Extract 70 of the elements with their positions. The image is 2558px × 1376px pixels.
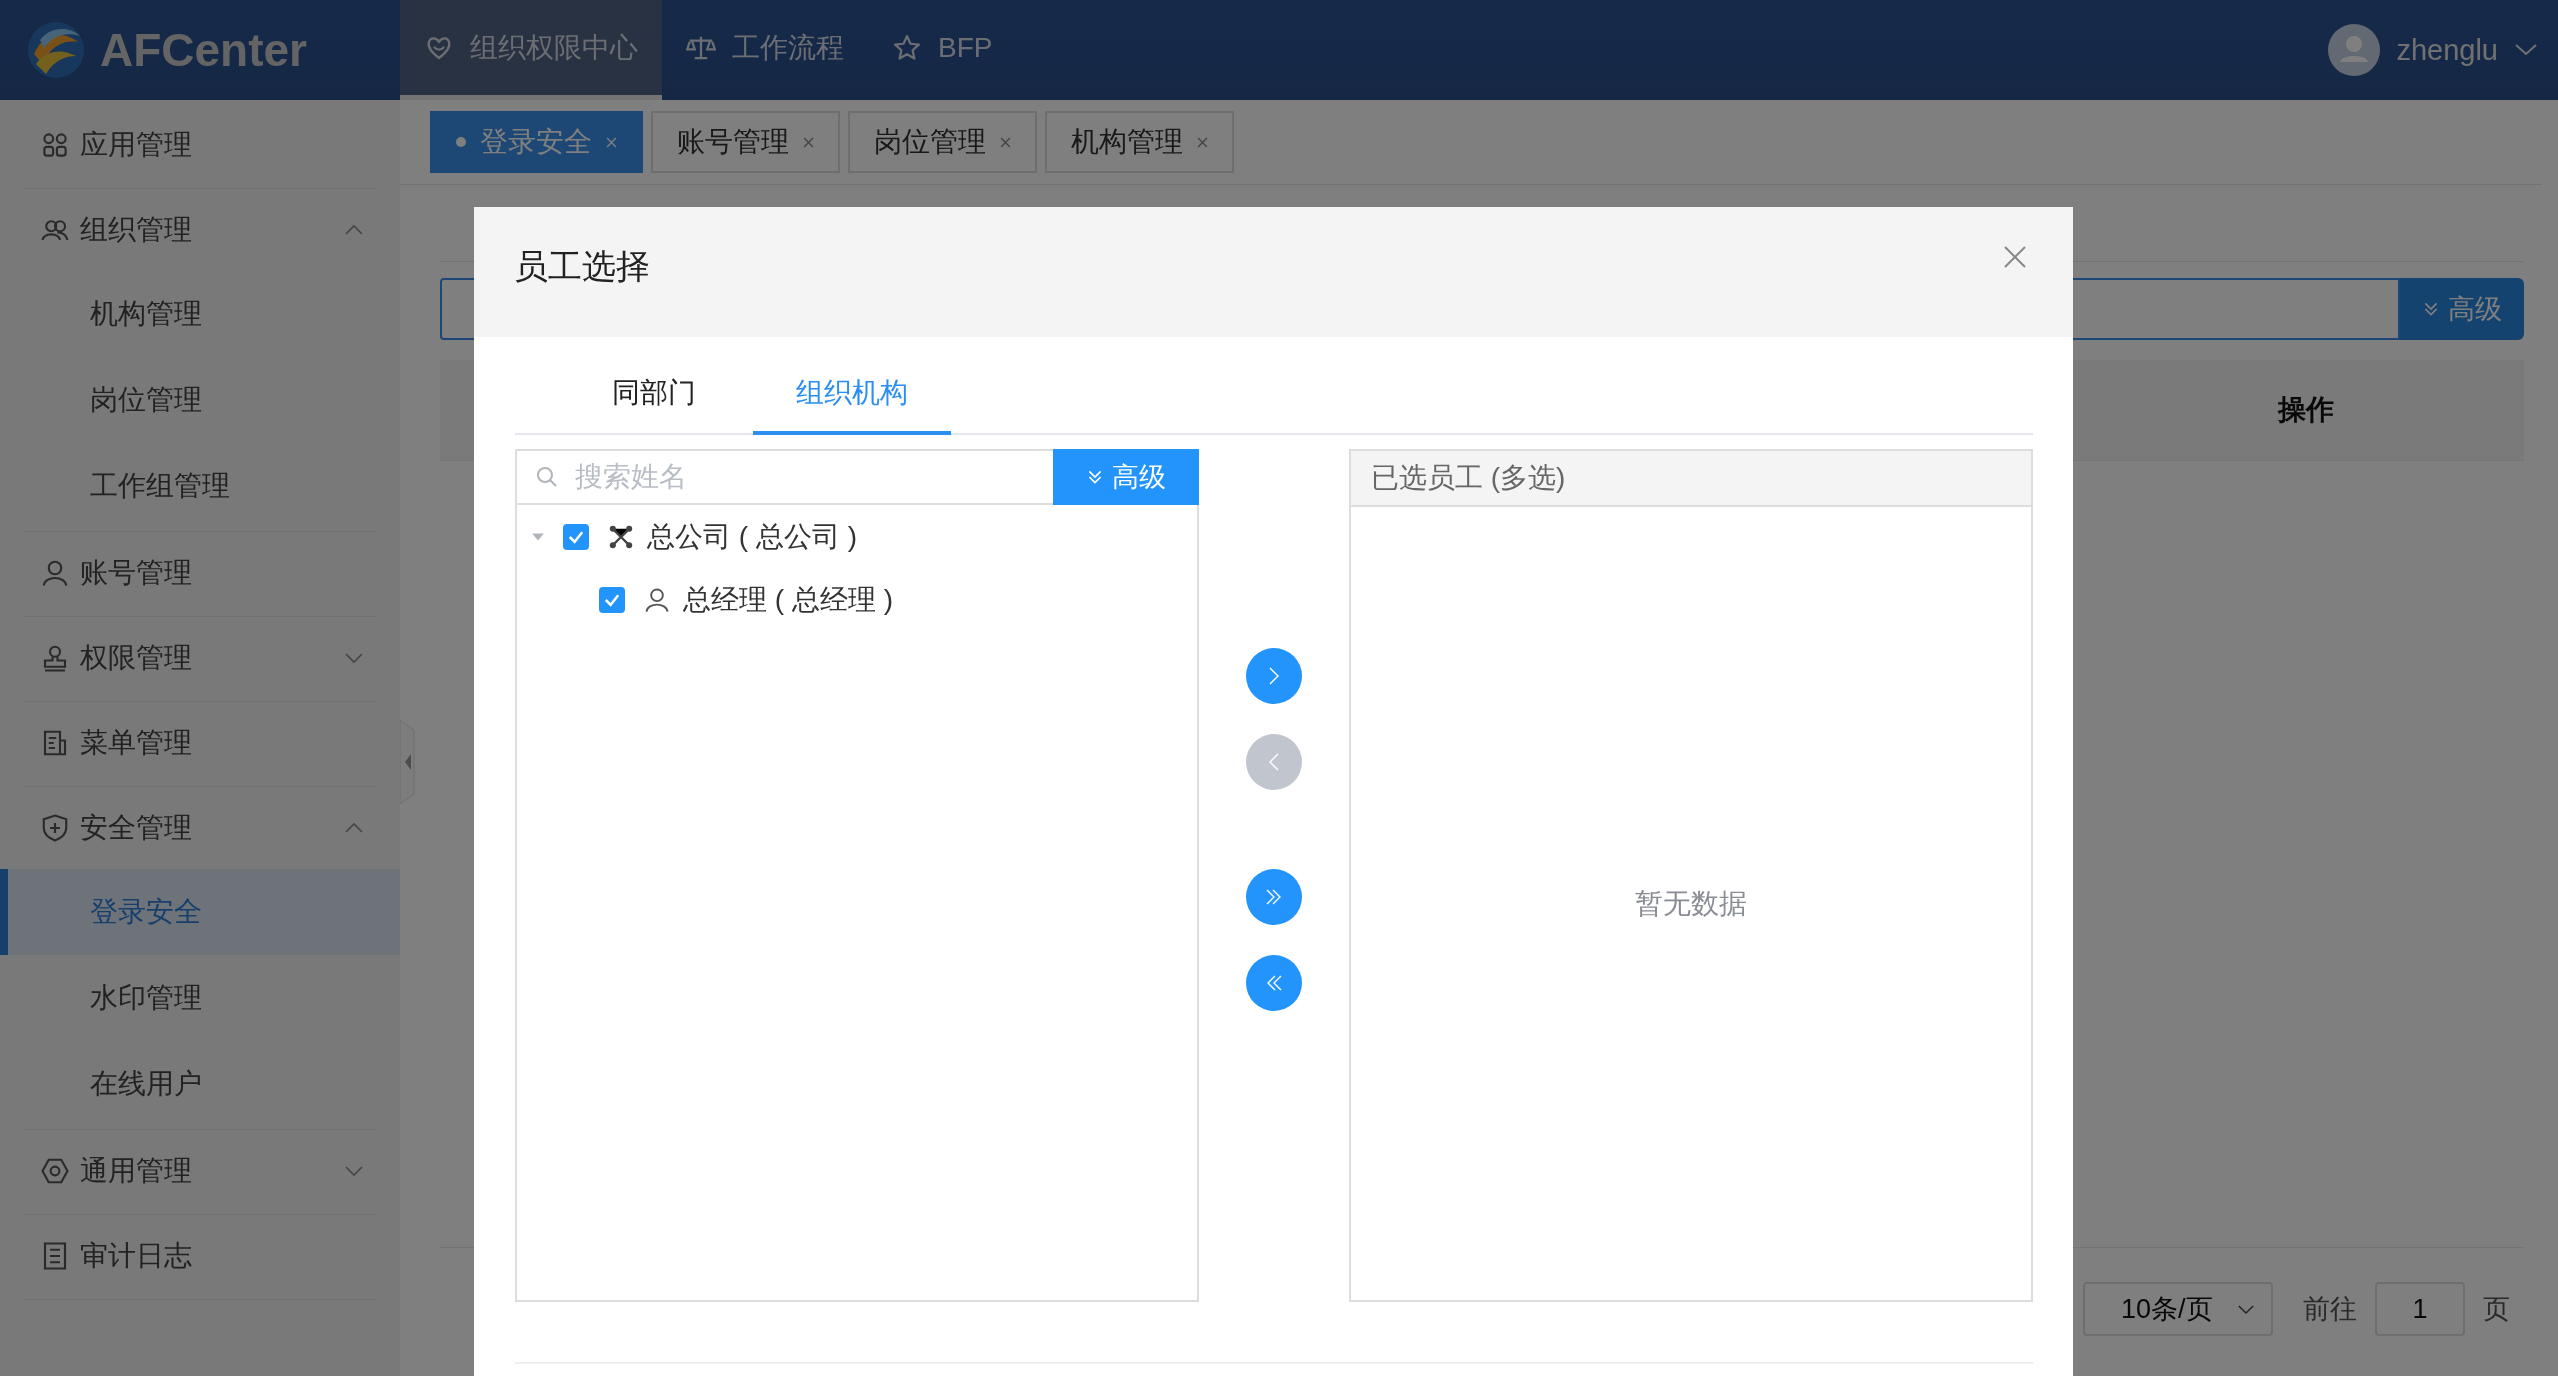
sidebar-item[interactable]: 权限管理 — [24, 617, 376, 699]
page-input[interactable]: 1 — [2375, 1282, 2465, 1336]
close-icon[interactable] — [1197, 136, 1208, 148]
sidebar-item[interactable]: 应用管理 — [24, 104, 376, 186]
dot-icon — [456, 137, 466, 147]
page-tab[interactable]: 机构管理 — [1045, 111, 1234, 173]
sidebar-subitem[interactable]: 岗位管理 — [0, 357, 400, 443]
search-icon — [535, 465, 559, 489]
double-chevron-right-icon — [1266, 889, 1282, 905]
dialog-tab[interactable]: 组织机构 — [753, 355, 951, 435]
user-icon — [40, 558, 70, 588]
advanced-button[interactable]: 高级 — [2400, 278, 2524, 340]
page-tab[interactable]: 岗位管理 — [848, 111, 1037, 173]
page-suffix: 页 — [2483, 1293, 2510, 1326]
sidebar-subitem[interactable]: 机构管理 — [0, 271, 400, 357]
page-tab[interactable]: 账号管理 — [651, 111, 840, 173]
goto-label: 前往 — [2303, 1293, 2357, 1326]
shield-icon — [40, 813, 70, 843]
sidebar-subitem[interactable]: 工作组管理 — [0, 443, 400, 529]
double-chevron-icon — [1086, 468, 1104, 486]
checkbox[interactable] — [563, 523, 589, 550]
caret-icon — [2514, 43, 2538, 57]
sidebar-item[interactable]: 通用管理 — [24, 1130, 376, 1212]
grid-icon — [40, 130, 70, 160]
sidebar-subitem[interactable]: 在线用户 — [0, 1041, 400, 1127]
empty-text: 暂无数据 — [1635, 886, 1747, 921]
sidebar-item[interactable]: 审计日志 — [24, 1215, 376, 1297]
page-tab[interactable]: 登录安全 — [430, 111, 643, 173]
move-all-right-button[interactable] — [1246, 869, 1302, 925]
column-header: 操作 — [2278, 393, 2334, 427]
chevron-up-icon — [344, 224, 364, 236]
chevron-down-icon — [344, 652, 364, 664]
chevron-right-icon — [1269, 667, 1279, 685]
avatar-icon — [2328, 24, 2381, 76]
advanced-button[interactable]: 高级 — [1053, 449, 1199, 505]
double-chevron-left-icon — [1266, 975, 1282, 991]
chevron-down-icon — [344, 1165, 364, 1177]
caret-icon — [2237, 1303, 2255, 1315]
chevron-up-icon — [344, 822, 364, 834]
double-chevron-icon — [2422, 300, 2440, 318]
sidebar-subitem[interactable]: 水印管理 — [0, 955, 400, 1041]
move-all-left-button[interactable] — [1246, 955, 1302, 1011]
checkbox[interactable] — [599, 586, 625, 613]
page-size-select[interactable]: 10条/页 — [2083, 1282, 2273, 1336]
logo-text: AFCenter — [100, 23, 308, 77]
tree-node-label: 总经理 ( 总经理 ) — [683, 582, 893, 617]
tree-node[interactable]: 总经理 ( 总经理 ) — [517, 568, 1197, 631]
top-nav-item[interactable]: BFP — [868, 0, 1017, 100]
sidebar-subitem[interactable]: 登录安全 — [0, 869, 400, 955]
dialog-tab[interactable]: 同部门 — [555, 355, 753, 435]
top-nav-item[interactable]: 组织权限中心 — [400, 0, 662, 100]
chevron-left-icon — [1269, 753, 1279, 771]
close-icon[interactable] — [1000, 136, 1011, 148]
sidebar-item[interactable]: 安全管理 — [24, 787, 376, 869]
tree-node[interactable]: 总公司 ( 总公司 ) — [517, 505, 1197, 568]
close-icon[interactable] — [803, 136, 814, 148]
hex-icon — [40, 1156, 70, 1186]
sidebar-item[interactable]: 账号管理 — [24, 532, 376, 614]
user-menu[interactable]: zhenglu — [2328, 0, 2558, 100]
top-nav-item[interactable]: 工作流程 — [662, 0, 868, 100]
dialog-title: 员工选择 — [514, 246, 650, 287]
panel-header: 已选员工 (多选) — [1351, 451, 2031, 507]
search-field[interactable]: 搜索姓名 — [573, 460, 1053, 494]
close-icon[interactable] — [2003, 245, 2027, 269]
logo-icon — [26, 20, 86, 80]
tree-node-label: 总公司 ( 总公司 ) — [647, 519, 857, 554]
star-icon — [892, 32, 922, 63]
sidebar-item[interactable]: 菜单管理 — [24, 702, 376, 784]
sidebar-item[interactable]: 组织管理 — [24, 189, 376, 271]
move-right-button[interactable] — [1246, 648, 1302, 704]
